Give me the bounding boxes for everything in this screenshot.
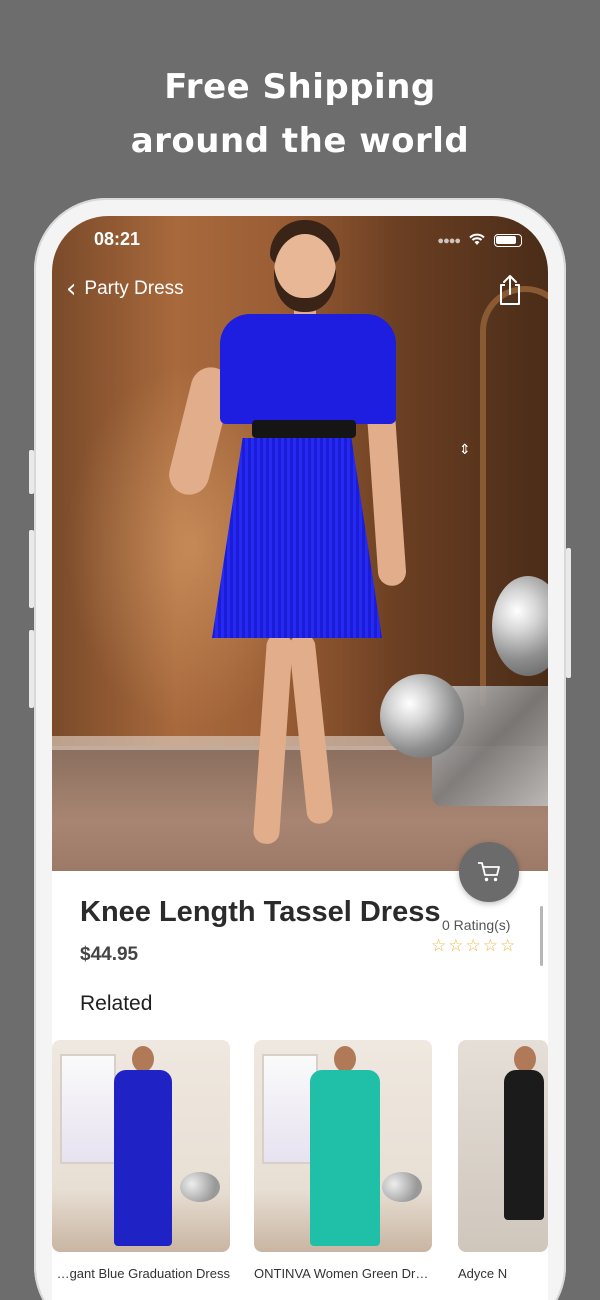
related-item-image (254, 1040, 432, 1252)
related-heading: Related (80, 992, 153, 1015)
status-icons: ●●●● (437, 232, 522, 249)
battery-icon (494, 234, 522, 247)
product-hero-image[interactable]: 08:21 ●●●● ‹ Party Dress ⇕ (52, 216, 548, 871)
promo-headline: Free Shipping around the world (0, 60, 600, 168)
related-item-image (52, 1040, 230, 1252)
product-price: $44.95 (80, 944, 139, 965)
dress-top (220, 314, 396, 424)
scroll-indicator[interactable] (540, 906, 543, 966)
wifi-icon (468, 232, 486, 249)
star-icon: ☆ (500, 936, 516, 956)
related-item[interactable]: Elegant Blue Graduation Dress (52, 1040, 230, 1281)
cart-icon (478, 862, 500, 882)
dress-belt (252, 420, 356, 438)
related-item-caption: Elegant Blue Graduation Dress (52, 1266, 230, 1281)
signal-icon: ●●●● (437, 234, 461, 247)
share-button[interactable] (496, 274, 524, 306)
status-time: 08:21 (94, 229, 141, 249)
app-screen: 08:21 ●●●● ‹ Party Dress ⇕ Knee Length T… (52, 216, 548, 1300)
power-button (566, 548, 571, 678)
related-item-image (458, 1040, 548, 1252)
back-button[interactable]: ‹ Party Dress (66, 274, 184, 304)
related-item[interactable]: Adyce N (458, 1040, 548, 1281)
back-label: Party Dress (84, 278, 184, 299)
star-icon: ☆ (482, 936, 498, 956)
model-head (274, 234, 336, 312)
star-icon: ☆ (448, 936, 464, 956)
promo-line-2: around the world (130, 121, 470, 161)
star-icon: ☆ (465, 936, 481, 956)
related-item-caption: ONTINVA Women Green Dress (254, 1266, 432, 1281)
promo-line-1: Free Shipping (164, 67, 436, 107)
expand-arrows-icon: ⇕ (459, 442, 471, 458)
dress-skirt (212, 438, 382, 638)
baseboard (52, 736, 432, 750)
chevron-left-icon: ‹ (66, 274, 77, 304)
product-title: Knee Length Tassel Dress (80, 896, 441, 928)
disco-ball (380, 674, 464, 758)
rating-label: 0 Rating(s) (442, 917, 511, 933)
rating-stars[interactable]: ☆ ☆ ☆ ☆ ☆ (431, 936, 515, 956)
add-to-cart-button[interactable] (459, 842, 519, 902)
related-item-caption: Adyce N (458, 1266, 508, 1281)
star-icon: ☆ (431, 936, 447, 956)
related-item[interactable]: ONTINVA Women Green Dress (254, 1040, 432, 1281)
share-icon (500, 275, 520, 305)
